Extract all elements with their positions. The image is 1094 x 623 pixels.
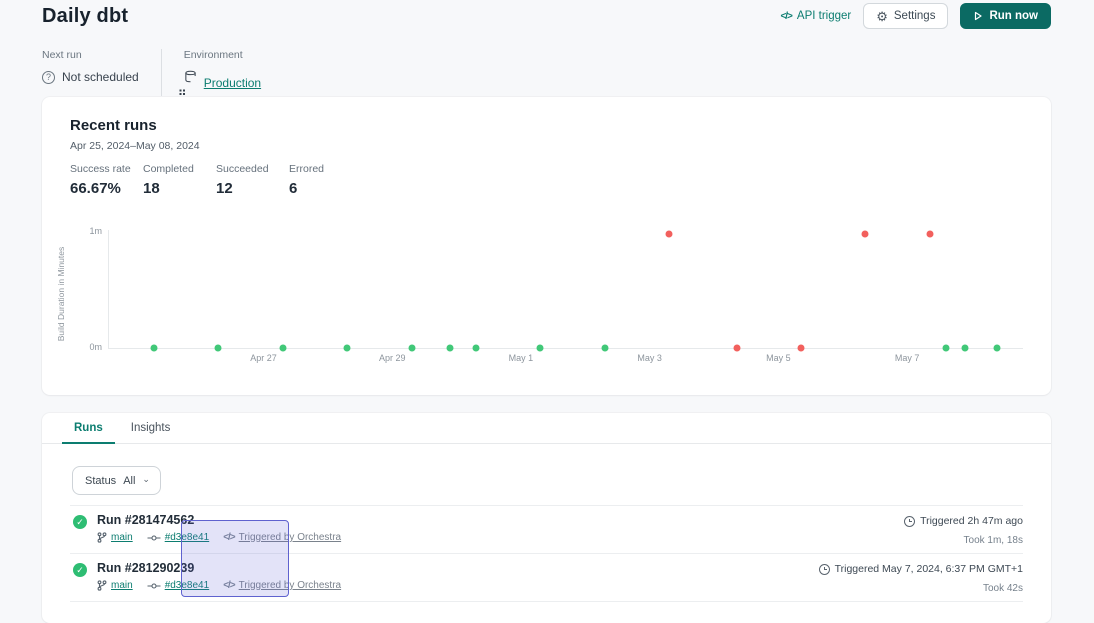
- recent-runs-stats: Success rate 66.67% Completed 18 Succeed…: [70, 163, 362, 197]
- run-dot-error[interactable]: [797, 345, 804, 352]
- list-end-divider: [70, 601, 1023, 603]
- run-dot-success[interactable]: [408, 345, 415, 352]
- run-title: Run #281290239: [97, 561, 194, 575]
- status-filter-dropdown[interactable]: Status All ⌄: [72, 466, 161, 495]
- trigger-source-link[interactable]: Triggered by Orchestra: [239, 580, 341, 591]
- run-dot-error[interactable]: [926, 230, 933, 237]
- question-circle-icon: ?: [42, 71, 55, 84]
- chevron-down-icon: ⌄: [142, 474, 150, 485]
- x-axis-tick: May 5: [766, 353, 791, 363]
- runs-tabbar: Runs Insights: [42, 413, 1051, 444]
- recent-runs-date-range: Apr 25, 2024–May 08, 2024: [70, 140, 200, 152]
- environment-label: Environment: [184, 49, 261, 61]
- run-row[interactable]: ✓ Run #281474562 main: [70, 505, 1023, 553]
- code-icon: </>: [223, 532, 234, 543]
- stat-succeeded: Succeeded 12: [216, 163, 289, 197]
- gear-icon: ⚙: [876, 10, 888, 23]
- environment-block: Environment Production: [161, 49, 283, 96]
- branch-link[interactable]: main: [111, 532, 133, 543]
- page-header: Daily dbt </> API trigger ⚙ Settings Run…: [42, 2, 1051, 30]
- run-dot-error[interactable]: [733, 345, 740, 352]
- commit-icon: [147, 534, 161, 542]
- stat-success-rate: Success rate 66.67%: [70, 163, 143, 197]
- settings-button[interactable]: ⚙ Settings: [863, 3, 948, 29]
- x-axis-tick: May 1: [509, 353, 534, 363]
- job-page: Daily dbt </> API trigger ⚙ Settings Run…: [0, 0, 1094, 601]
- job-meta: Next run ? Not scheduled Environment: [42, 49, 283, 96]
- stat-completed: Completed 18: [143, 163, 216, 197]
- run-dot-success[interactable]: [344, 345, 351, 352]
- clock-icon: [904, 516, 915, 527]
- next-run-label: Next run: [42, 49, 139, 61]
- run-dot-success[interactable]: [151, 345, 158, 352]
- run-dot-success[interactable]: [962, 345, 969, 352]
- runs-card: Runs Insights Status All ⌄ ✓ Run #281474…: [42, 413, 1051, 623]
- run-now-button[interactable]: Run now: [960, 3, 1051, 29]
- run-dot-success[interactable]: [215, 345, 222, 352]
- run-triggered-text: Triggered May 7, 2024, 6:37 PM GMT+1: [835, 563, 1023, 575]
- branch-item: main: [97, 532, 133, 543]
- run-duration-text: Took 42s: [819, 583, 1023, 594]
- run-dot-error[interactable]: [862, 230, 869, 237]
- next-run-block: Next run ? Not scheduled: [42, 49, 161, 96]
- status-filter-label: Status: [85, 475, 116, 487]
- environment-icon: [184, 70, 197, 96]
- run-dot-success[interactable]: [942, 345, 949, 352]
- environment-link[interactable]: Production: [204, 76, 261, 90]
- run-dot-success[interactable]: [994, 345, 1001, 352]
- y-axis-tick-1m: 1m: [89, 226, 102, 236]
- run-duration-text: Took 1m, 18s: [904, 535, 1023, 546]
- recent-runs-title: Recent runs: [70, 117, 157, 134]
- clock-icon: [819, 564, 830, 575]
- success-check-icon: ✓: [73, 563, 87, 577]
- branch-link[interactable]: main: [111, 580, 133, 591]
- x-axis-tick: Apr 29: [379, 353, 406, 363]
- x-axis-tick: May 3: [637, 353, 662, 363]
- run-title: Run #281474562: [97, 513, 194, 527]
- success-check-icon: ✓: [73, 515, 87, 529]
- run-dot-success[interactable]: [447, 345, 454, 352]
- status-filter-value: All: [123, 475, 135, 487]
- trigger-source-item: </> Triggered by Orchestra: [223, 580, 341, 591]
- settings-label: Settings: [894, 10, 936, 22]
- run-dot-success[interactable]: [279, 345, 286, 352]
- stat-errored: Errored 6: [289, 163, 362, 197]
- run-dot-success[interactable]: [472, 345, 479, 352]
- run-now-label: Run now: [989, 10, 1038, 22]
- tab-runs[interactable]: Runs: [60, 413, 117, 443]
- run-triggered-text: Triggered 2h 47m ago: [920, 515, 1023, 527]
- api-trigger-label: API trigger: [797, 10, 851, 22]
- page-title: Daily dbt: [42, 5, 128, 28]
- run-list: ✓ Run #281474562 main: [70, 505, 1023, 603]
- commit-icon: [147, 582, 161, 590]
- api-trigger-link[interactable]: </> API trigger: [780, 10, 851, 22]
- header-actions: </> API trigger ⚙ Settings Run now: [780, 3, 1051, 29]
- code-icon: </>: [223, 580, 234, 591]
- run-row[interactable]: ✓ Run #281290239 main: [70, 553, 1023, 601]
- y-axis-tick-0m: 0m: [89, 342, 102, 352]
- commit-link[interactable]: #d3e8e41: [165, 532, 210, 543]
- chart-plot: Build Duration in Minutes 1m 0m Apr 27Ap…: [108, 230, 1023, 349]
- git-branch-icon: [97, 532, 107, 543]
- trigger-source-link[interactable]: Triggered by Orchestra: [239, 532, 341, 543]
- next-run-value: Not scheduled: [62, 70, 139, 84]
- run-meta: Triggered May 7, 2024, 6:37 PM GMT+1 Too…: [819, 554, 1023, 594]
- commit-item: #d3e8e41: [147, 580, 210, 591]
- tab-insights[interactable]: Insights: [117, 413, 185, 443]
- commit-item: #d3e8e41: [147, 532, 210, 543]
- trigger-source-item: </> Triggered by Orchestra: [223, 532, 341, 543]
- run-meta: Triggered 2h 47m ago Took 1m, 18s: [904, 506, 1023, 546]
- recent-runs-card: Recent runs Apr 25, 2024–May 08, 2024 Su…: [42, 97, 1051, 395]
- run-dot-success[interactable]: [601, 345, 608, 352]
- run-dot-success[interactable]: [537, 345, 544, 352]
- git-branch-icon: [97, 580, 107, 591]
- play-icon: [973, 11, 983, 21]
- commit-link[interactable]: #d3e8e41: [165, 580, 210, 591]
- branch-item: main: [97, 580, 133, 591]
- x-axis-tick: Apr 27: [250, 353, 277, 363]
- run-dot-error[interactable]: [665, 230, 672, 237]
- code-icon: </>: [780, 11, 791, 22]
- x-axis-tick: May 7: [895, 353, 920, 363]
